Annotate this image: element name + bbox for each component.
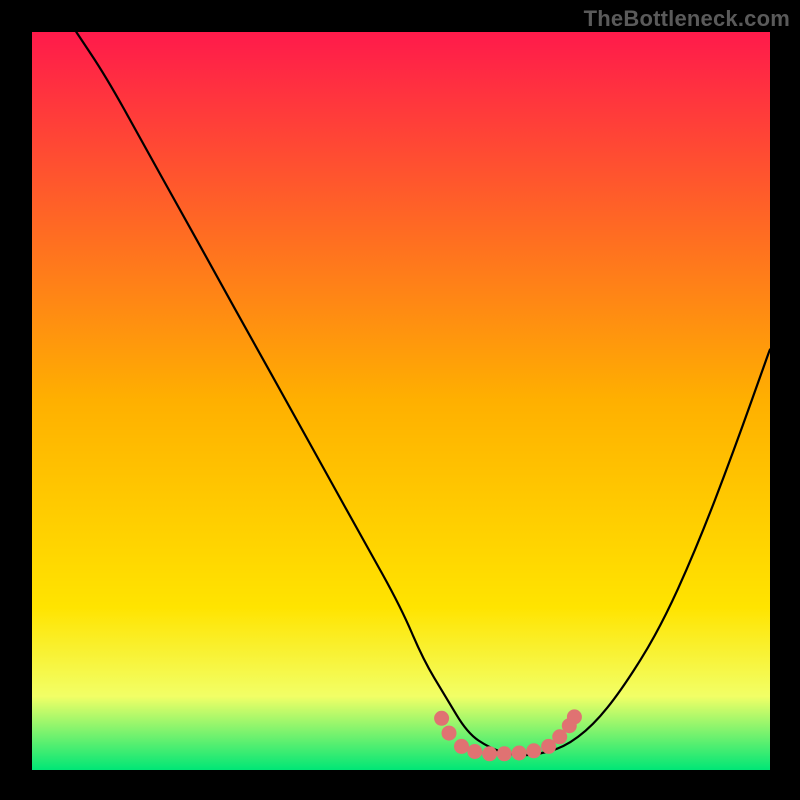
highlight-dot: [434, 711, 449, 726]
highlight-dot: [467, 744, 482, 759]
highlight-dot: [526, 743, 541, 758]
highlight-dot: [442, 726, 457, 741]
highlight-dot: [567, 709, 582, 724]
bottleneck-chart: [0, 0, 800, 800]
highlight-dot: [482, 746, 497, 761]
highlight-dot: [512, 746, 527, 761]
highlight-dot: [497, 746, 512, 761]
highlight-dot: [454, 739, 469, 754]
chart-stage: TheBottleneck.com: [0, 0, 800, 800]
